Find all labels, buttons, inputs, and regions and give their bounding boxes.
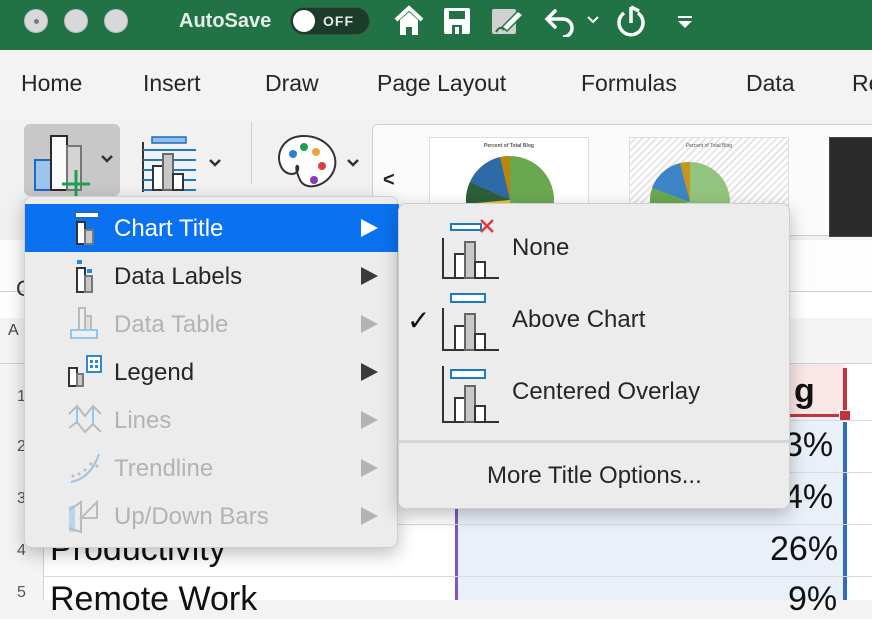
submenu-arrow-icon [361,267,378,285]
menu-separator [399,440,791,443]
up-down-bars-icon [68,499,98,534]
row-header: 5 [0,576,44,601]
menu-item-trendline[interactable]: Trendline [25,444,399,492]
title-above-chart-icon [442,293,499,351]
add-chart-element-icon [34,135,113,196]
title-bar: AutoSave OFF [0,0,872,50]
edit-icon[interactable] [490,5,526,37]
ribbon-divider [251,122,252,184]
redo-icon[interactable] [614,5,648,39]
title-none-icon [442,219,499,279]
chart-style-thumb-3[interactable] [829,137,872,237]
tab-formulas[interactable]: Formulas [581,70,677,97]
submenu-item-above-chart[interactable]: ✓ Above Chart [399,282,791,354]
quick-layout-icon [142,136,221,192]
submenu-arrow-icon [361,459,378,477]
submenu-item-centered-overlay[interactable]: Centered Overlay [399,354,791,426]
zoom-window-button[interactable] [104,9,128,33]
submenu-arrow-icon [361,219,378,237]
submenu-item-none[interactable]: None [399,210,791,282]
tab-page-layout[interactable]: Page Layout [377,70,506,97]
menu-item-data-table[interactable]: Data Table [25,300,399,348]
home-icon[interactable] [392,5,426,37]
close-window-button[interactable] [24,9,48,33]
save-icon[interactable] [442,5,472,37]
add-chart-element-button[interactable] [24,124,120,196]
menu-item-legend[interactable]: Legend [25,348,399,396]
title-centered-overlay-icon [442,366,499,423]
gallery-prev-button[interactable]: < [383,169,395,192]
menu-item-up-down-bars[interactable]: Up/Down Bars [25,492,399,540]
checkmark-icon: ✓ [407,305,431,336]
chart-title-submenu: None ✓ Above Chart Centered Overlay More… [398,203,791,509]
customize-toolbar-icon[interactable] [676,14,694,30]
autosave-state: OFF [323,13,354,29]
add-chart-element-menu: Chart Title Data Labels Data Table Legen… [24,196,399,548]
quick-layout-button[interactable] [136,124,232,196]
trendline-icon [70,453,100,483]
submenu-arrow-icon [361,363,378,381]
range-border-blue [843,422,847,600]
change-colors-icon [278,134,359,188]
menu-item-chart-title[interactable]: Chart Title [25,204,399,252]
undo-dropdown-icon[interactable] [586,15,600,25]
legend-icon [68,355,102,387]
cell-value[interactable]: 4% [784,478,833,517]
cell-value[interactable]: 3% [784,426,833,465]
data-table-icon [70,307,98,339]
ribbon-tabs: Home Insert Draw Page Layout Formulas Da… [0,50,872,120]
tab-review[interactable]: Re [852,70,872,97]
chart-title-icon [74,211,100,245]
tab-insert[interactable]: Insert [143,70,201,97]
submenu-arrow-icon [361,315,378,333]
more-title-options-item[interactable]: More Title Options... [487,462,702,490]
submenu-arrow-icon [361,411,378,429]
column-header-a[interactable]: A [8,322,19,340]
cell-header-value[interactable]: g [794,372,815,411]
change-colors-button[interactable] [270,124,366,196]
submenu-arrow-icon [361,507,378,525]
menu-item-data-labels[interactable]: Data Labels [25,252,399,300]
tab-draw[interactable]: Draw [265,70,319,97]
data-labels-icon [76,260,93,293]
menu-item-lines[interactable]: Lines [25,396,399,444]
cell-value[interactable]: 26% [770,530,838,569]
autosave-label: AutoSave [179,10,272,32]
tab-home[interactable]: Home [21,70,82,97]
lines-icon [68,404,102,434]
autosave-toggle[interactable]: OFF [290,7,370,35]
tab-data[interactable]: Data [746,70,795,97]
minimize-window-button[interactable] [64,9,88,33]
undo-icon[interactable] [543,5,577,37]
